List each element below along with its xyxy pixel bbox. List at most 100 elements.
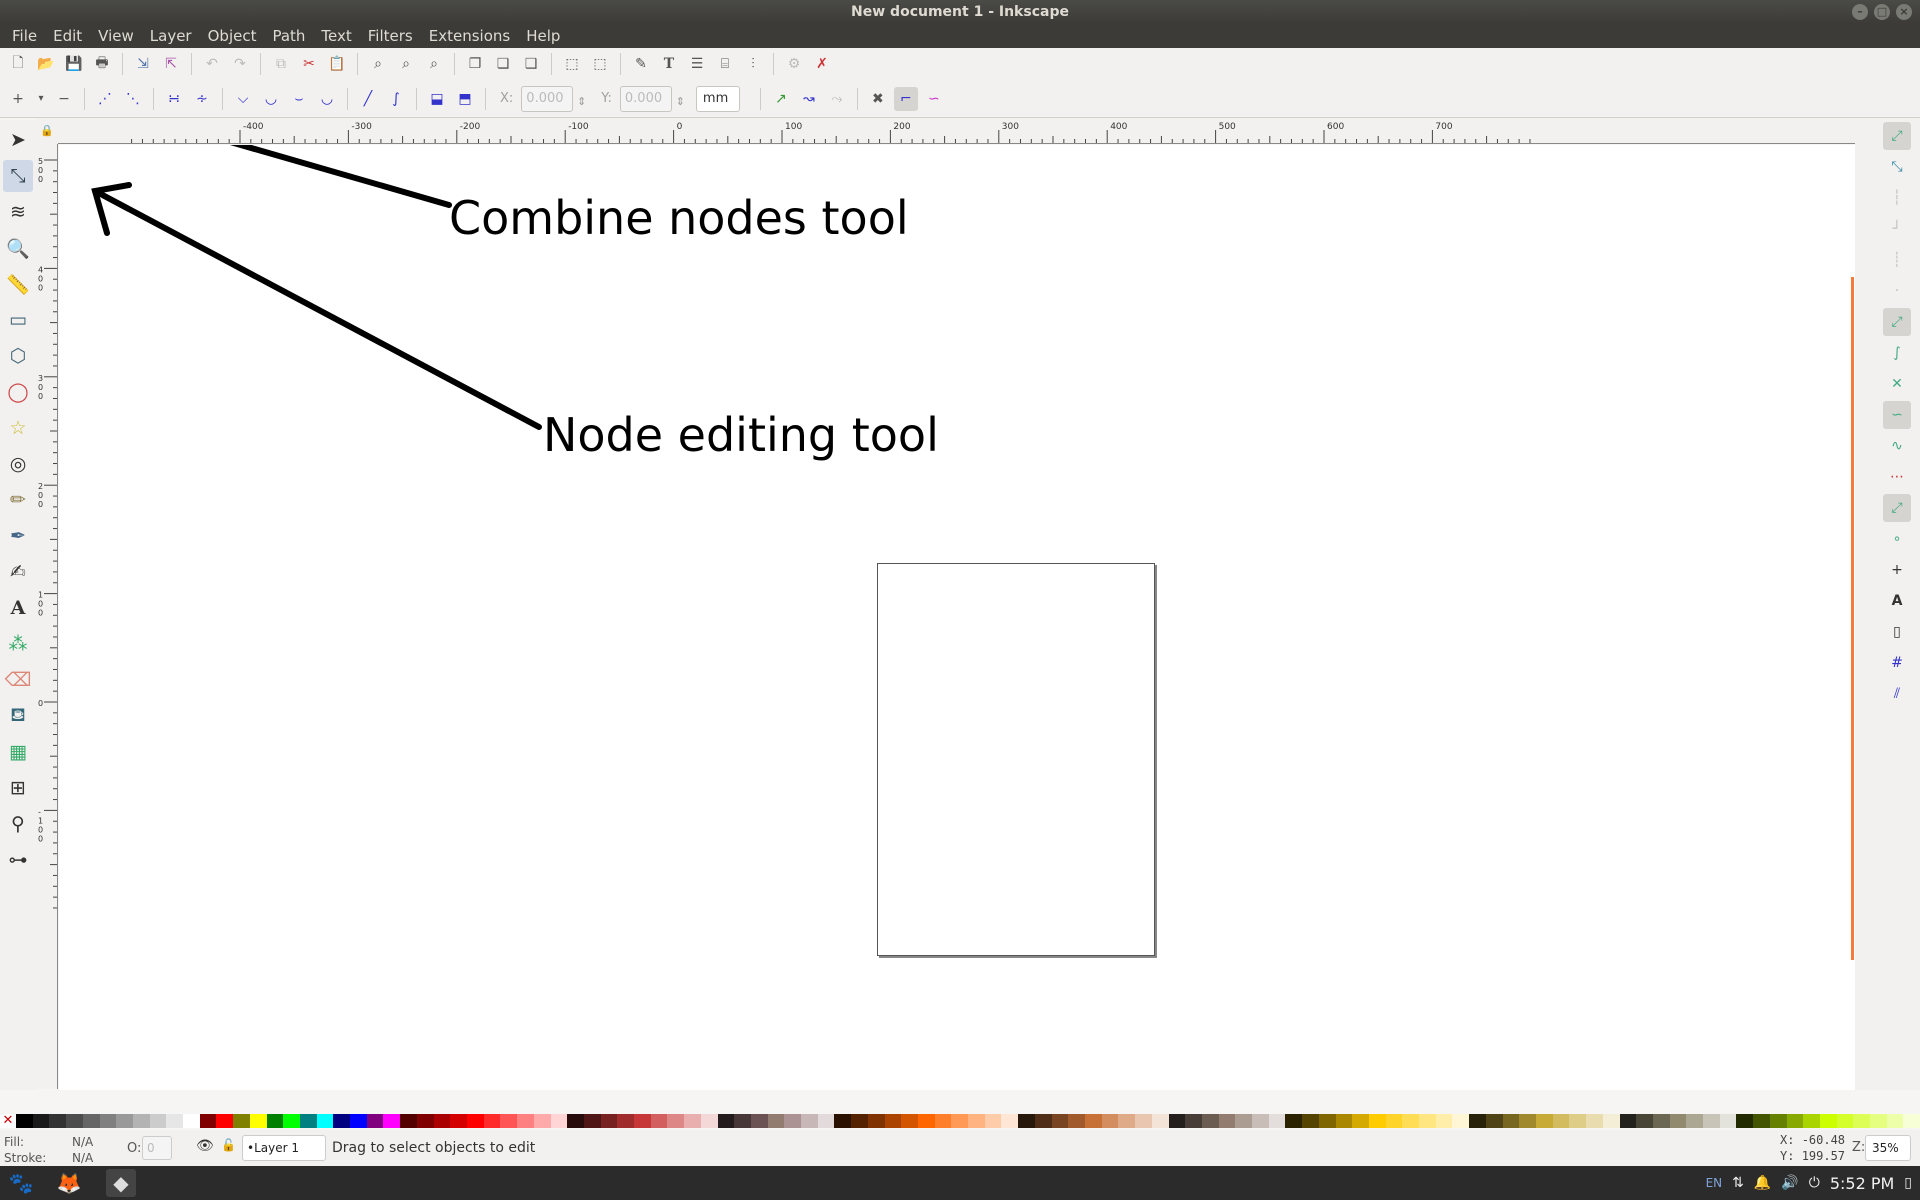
- pencil-icon[interactable]: ✏: [3, 484, 33, 516]
- palette-swatch[interactable]: [1235, 1114, 1253, 1128]
- palette-swatch[interactable]: [1686, 1114, 1704, 1128]
- snap-bbox-center-icon[interactable]: ·: [1883, 277, 1911, 305]
- snap-bbox-icon[interactable]: ⤡: [1883, 153, 1911, 181]
- palette-swatch[interactable]: [650, 1114, 668, 1128]
- pen-icon[interactable]: ✒: [3, 520, 33, 552]
- paste-icon[interactable]: 📋: [325, 52, 349, 76]
- palette-swatch[interactable]: [1068, 1114, 1085, 1128]
- mesh-icon[interactable]: ⊞: [3, 772, 33, 804]
- snap-bbox-midpoint-icon[interactable]: ┊: [1883, 246, 1911, 274]
- zoom-drawing-icon[interactable]: ⌕: [394, 52, 418, 76]
- palette-swatch[interactable]: [249, 1114, 267, 1128]
- palette-swatch[interactable]: [533, 1114, 551, 1128]
- palette-swatch[interactable]: [1402, 1114, 1420, 1128]
- palette-swatch[interactable]: [1619, 1114, 1637, 1128]
- palette-swatch[interactable]: [1318, 1114, 1336, 1128]
- palette-swatch[interactable]: [416, 1114, 434, 1128]
- palette-swatch[interactable]: [1819, 1114, 1837, 1128]
- palette-swatch[interactable]: [166, 1114, 184, 1128]
- keyboard-layout-indicator[interactable]: EN: [1706, 1176, 1723, 1190]
- close-button[interactable]: ×: [1896, 4, 1912, 20]
- palette-swatch[interactable]: [1552, 1114, 1570, 1128]
- palette-swatch[interactable]: [901, 1114, 918, 1128]
- edit-clip-path-icon[interactable]: ↝: [797, 87, 821, 111]
- text-font-icon[interactable]: T: [657, 52, 681, 76]
- palette-swatch[interactable]: [1051, 1114, 1069, 1128]
- segment-to-line-icon[interactable]: ╱: [356, 87, 380, 111]
- fill-value[interactable]: N/A: [72, 1134, 93, 1150]
- ruler-lock-icon[interactable]: 🔒: [36, 118, 58, 144]
- palette-swatch[interactable]: [1218, 1114, 1236, 1128]
- drawing-canvas[interactable]: Combine nodes tool Node editing tool: [59, 145, 1855, 1090]
- palette-swatch[interactable]: [750, 1114, 768, 1128]
- palette-swatch[interactable]: [1836, 1114, 1854, 1128]
- menu-file[interactable]: File: [4, 24, 45, 48]
- node-editor-icon[interactable]: ⤡: [3, 160, 33, 192]
- palette-swatch[interactable]: [684, 1114, 701, 1128]
- palette-swatch[interactable]: [1452, 1114, 1470, 1128]
- snap-rotation-centers-icon[interactable]: +: [1883, 556, 1911, 584]
- palette-swatch[interactable]: [1519, 1114, 1536, 1128]
- palette-swatch[interactable]: [951, 1114, 969, 1128]
- palette-swatch[interactable]: [784, 1114, 802, 1128]
- palette-swatch[interactable]: [233, 1114, 250, 1128]
- y-coordinate-field[interactable]: 0.000: [619, 85, 685, 114]
- save-icon[interactable]: 💾: [62, 52, 86, 76]
- redo-icon[interactable]: ↷: [228, 52, 252, 76]
- palette-swatch[interactable]: [517, 1114, 534, 1128]
- snap-intersections-icon[interactable]: ✕: [1883, 370, 1911, 398]
- power-icon[interactable]: ⏻: [1809, 1175, 1820, 1191]
- palette-swatch[interactable]: [667, 1114, 685, 1128]
- auto-smooth-node-icon[interactable]: ◡: [315, 87, 339, 111]
- palette-swatch[interactable]: [383, 1114, 401, 1128]
- snap-nodes-icon[interactable]: ⤢: [1883, 308, 1911, 336]
- palette-swatch[interactable]: [1151, 1114, 1169, 1128]
- menu-object[interactable]: Object: [200, 24, 265, 48]
- xml-editor-icon[interactable]: ⌸: [713, 52, 737, 76]
- menu-view[interactable]: View: [90, 24, 142, 48]
- palette-swatch[interactable]: [801, 1114, 818, 1128]
- palette-swatch[interactable]: [1870, 1114, 1887, 1128]
- palette-swatch[interactable]: [1636, 1114, 1653, 1128]
- calligraphy-icon[interactable]: ✍: [3, 556, 33, 588]
- palette-swatch[interactable]: [767, 1114, 785, 1128]
- snap-line-midpoints-icon[interactable]: ⋯: [1883, 463, 1911, 491]
- palette-swatch[interactable]: [1352, 1114, 1369, 1128]
- insert-node-dropdown-icon[interactable]: ▾: [34, 87, 48, 111]
- palette-swatch[interactable]: [366, 1114, 384, 1128]
- snap-cusp-nodes-icon[interactable]: ∽: [1883, 401, 1911, 429]
- palette-swatch[interactable]: [884, 1114, 902, 1128]
- layer-lock-icon[interactable]: 🔓: [221, 1138, 236, 1152]
- palette-swatch[interactable]: [934, 1114, 952, 1128]
- select-original-icon[interactable]: ❑: [519, 52, 543, 76]
- palette-swatch[interactable]: [1786, 1114, 1804, 1128]
- clock[interactable]: 5:52 PM: [1830, 1174, 1894, 1193]
- palette-swatch[interactable]: [1302, 1114, 1319, 1128]
- palette-swatch[interactable]: [1419, 1114, 1436, 1128]
- show-handles-icon[interactable]: ⌐: [893, 86, 918, 111]
- menu-help[interactable]: Help: [518, 24, 568, 48]
- palette-swatch[interactable]: [149, 1114, 167, 1128]
- edit-mask-icon[interactable]: ⤳: [825, 87, 849, 111]
- import-icon[interactable]: ⇲: [131, 52, 155, 76]
- palette-swatch[interactable]: [466, 1114, 484, 1128]
- object-to-path-icon[interactable]: ⬓: [425, 87, 449, 111]
- palette-swatch[interactable]: [1085, 1114, 1102, 1128]
- palette-swatch[interactable]: [1652, 1114, 1670, 1128]
- show-transform-handles-icon[interactable]: ✖: [866, 87, 890, 111]
- palette-swatch[interactable]: [1853, 1114, 1871, 1128]
- symmetric-node-icon[interactable]: ⌣: [287, 87, 311, 111]
- palette-swatch[interactable]: [1485, 1114, 1503, 1128]
- notifications-icon[interactable]: 🔔: [1754, 1175, 1771, 1191]
- palette-swatch[interactable]: [1201, 1114, 1219, 1128]
- stroke-value[interactable]: N/A: [72, 1150, 93, 1166]
- palette-swatch[interactable]: [433, 1114, 451, 1128]
- menu-path[interactable]: Path: [264, 24, 313, 48]
- paint-bucket-icon[interactable]: ⛾: [3, 700, 33, 732]
- maximize-button[interactable]: □: [1874, 4, 1890, 20]
- gradient-icon[interactable]: ▦: [3, 736, 33, 768]
- palette-swatch[interactable]: [82, 1114, 100, 1128]
- layers-icon[interactable]: ☰: [685, 52, 709, 76]
- horizontal-ruler[interactable]: -400 -300 -200 -100 0 100 200 300 400 500 600 700: [58, 118, 1855, 144]
- palette-swatch[interactable]: [1602, 1114, 1620, 1128]
